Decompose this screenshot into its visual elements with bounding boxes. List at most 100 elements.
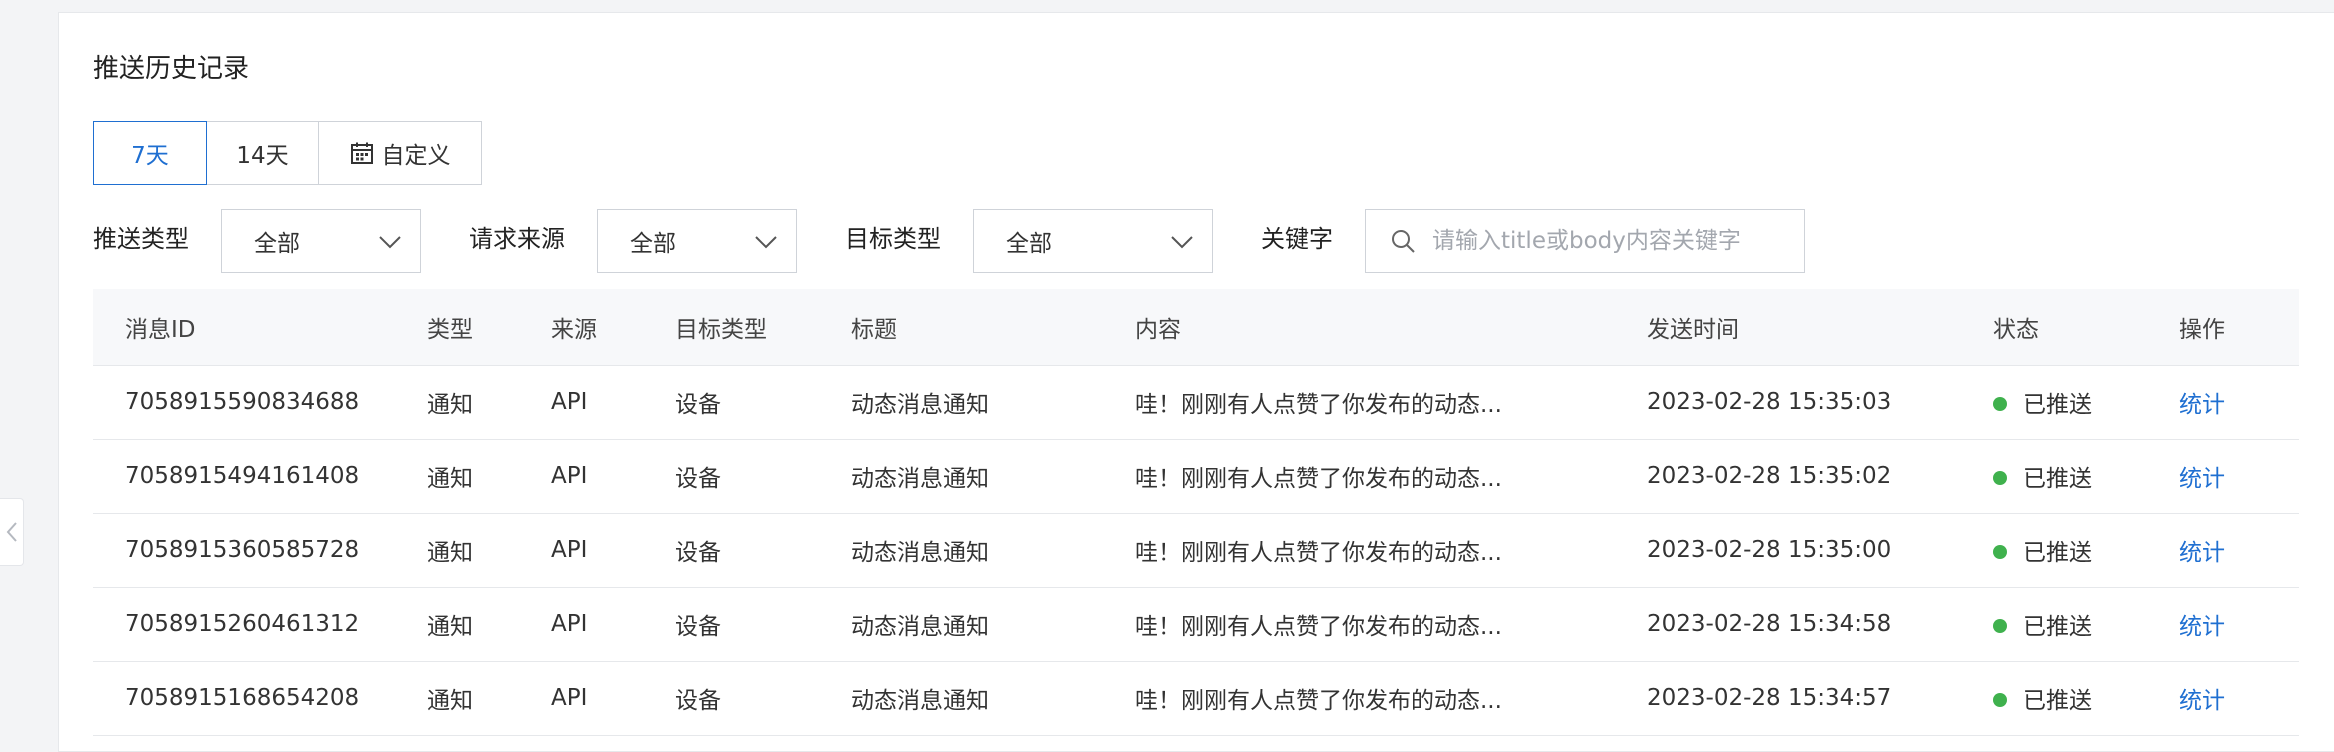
cell-status: 已推送	[1993, 661, 2179, 735]
cell-status: 已推送	[1993, 439, 2179, 513]
cell-type: 通知	[427, 614, 473, 640]
cell-message-id: 7058915494161408	[125, 463, 360, 489]
push-type-select[interactable]: 全部	[221, 209, 421, 273]
cell-status: 已推送	[1993, 513, 2179, 587]
cell-title: 动态消息通知	[851, 614, 989, 640]
column-header-message-id: 消息ID	[93, 289, 427, 366]
request-source-label: 请求来源	[469, 225, 565, 253]
cell-type: 通知	[427, 392, 473, 418]
request-source-select[interactable]: 全部	[597, 209, 797, 273]
cell-send-time: 2023-02-28 15:35:00	[1647, 537, 1892, 563]
keyword-search-box	[1365, 209, 1805, 273]
cell-action: 统计	[2179, 439, 2299, 513]
cell-content: 哇！刚刚有人点赞了你发布的动态...	[1135, 688, 1502, 714]
stats-link[interactable]: 统计	[2179, 614, 2225, 640]
cell-send-time: 2023-02-28 15:35:02	[1647, 463, 1892, 489]
cell-send-time: 2023-02-28 15:34:58	[1647, 611, 1892, 637]
cell-source: API	[551, 611, 588, 637]
status-success-dot	[1993, 470, 2007, 485]
target-type-select[interactable]: 全部	[973, 209, 1213, 273]
stats-link[interactable]: 统计	[2179, 466, 2225, 492]
search-icon	[1390, 228, 1416, 254]
page-title: 推送历史记录	[93, 54, 250, 84]
push-history-table: 消息ID 类型 来源 目标类型 标题 内容 发送时间 状态 操作 7058915…	[93, 289, 2299, 736]
column-header-status: 状态	[1993, 289, 2179, 366]
tab-14-days[interactable]: 14天	[205, 121, 320, 185]
cell-target-type: 设备	[675, 392, 721, 418]
tab-label: 自定义	[381, 143, 451, 169]
table-row: 7058915260461312 通知 API 设备 动态消息通知 哇！刚刚有人…	[93, 587, 2299, 661]
cell-status: 已推送	[1993, 365, 2179, 439]
cell-source: API	[551, 463, 588, 489]
cell-source: API	[551, 389, 588, 415]
push-history-card: 推送历史记录 7天 14天 自定义 推送类型 全部 请求来源 全部 目标类型 全…	[58, 12, 2334, 752]
chevron-down-icon	[379, 236, 401, 249]
column-header-type: 类型	[427, 289, 551, 366]
sidebar-collapse-toggle[interactable]	[0, 498, 24, 566]
tab-label: 7天	[131, 143, 169, 169]
cell-source: API	[551, 685, 588, 711]
cell-title: 动态消息通知	[851, 392, 989, 418]
chevron-down-icon	[755, 236, 777, 249]
table-header-row: 消息ID 类型 来源 目标类型 标题 内容 发送时间 状态 操作	[93, 289, 2299, 366]
status-text: 已推送	[2023, 392, 2092, 418]
select-value: 全部	[254, 231, 300, 257]
cell-target-type: 设备	[675, 466, 721, 492]
column-header-send-time: 发送时间	[1647, 289, 1993, 366]
cell-type: 通知	[427, 688, 473, 714]
column-header-source: 来源	[551, 289, 675, 366]
stats-link[interactable]: 统计	[2179, 540, 2225, 566]
cell-source: API	[551, 537, 588, 563]
cell-message-id: 7058915590834688	[125, 389, 360, 415]
status-text: 已推送	[2023, 614, 2092, 640]
cell-send-time: 2023-02-28 15:35:03	[1647, 389, 1892, 415]
column-header-content: 内容	[1135, 289, 1647, 366]
keyword-label: 关键字	[1261, 225, 1333, 253]
status-success-dot	[1993, 396, 2007, 411]
table-row: 7058915360585728 通知 API 设备 动态消息通知 哇！刚刚有人…	[93, 513, 2299, 587]
cell-content: 哇！刚刚有人点赞了你发布的动态...	[1135, 614, 1502, 640]
chevron-left-icon	[6, 522, 17, 542]
cell-action: 统计	[2179, 587, 2299, 661]
cell-message-id: 7058915360585728	[125, 537, 360, 563]
cell-action: 统计	[2179, 365, 2299, 439]
cell-content: 哇！刚刚有人点赞了你发布的动态...	[1135, 392, 1502, 418]
chevron-down-icon	[1171, 236, 1193, 249]
table-row: 7058915168654208 通知 API 设备 动态消息通知 哇！刚刚有人…	[93, 661, 2299, 735]
cell-title: 动态消息通知	[851, 540, 989, 566]
table-row: 7058915590834688 通知 API 设备 动态消息通知 哇！刚刚有人…	[93, 365, 2299, 439]
cell-content: 哇！刚刚有人点赞了你发布的动态...	[1135, 540, 1502, 566]
table-row: 7058915494161408 通知 API 设备 动态消息通知 哇！刚刚有人…	[93, 439, 2299, 513]
push-type-label: 推送类型	[93, 225, 189, 253]
status-success-dot	[1993, 618, 2007, 633]
keyword-search-input[interactable]	[1432, 228, 1792, 254]
tab-7-days[interactable]: 7天	[93, 121, 207, 185]
select-value: 全部	[630, 231, 676, 257]
column-header-action: 操作	[2179, 289, 2299, 366]
column-header-title: 标题	[851, 289, 1135, 366]
cell-target-type: 设备	[675, 688, 721, 714]
tab-custom-range[interactable]: 自定义	[318, 121, 482, 185]
cell-title: 动态消息通知	[851, 466, 989, 492]
cell-action: 统计	[2179, 661, 2299, 735]
calendar-icon	[350, 142, 373, 164]
stats-link[interactable]: 统计	[2179, 392, 2225, 418]
column-header-target-type: 目标类型	[675, 289, 851, 366]
date-range-tabs: 7天 14天 自定义	[93, 121, 482, 185]
cell-title: 动态消息通知	[851, 688, 989, 714]
cell-target-type: 设备	[675, 540, 721, 566]
cell-content: 哇！刚刚有人点赞了你发布的动态...	[1135, 466, 1502, 492]
target-type-label: 目标类型	[845, 225, 941, 253]
cell-target-type: 设备	[675, 614, 721, 640]
cell-message-id: 7058915260461312	[125, 611, 360, 637]
cell-type: 通知	[427, 540, 473, 566]
cell-message-id: 7058915168654208	[125, 685, 360, 711]
status-text: 已推送	[2023, 466, 2092, 492]
stats-link[interactable]: 统计	[2179, 688, 2225, 714]
status-text: 已推送	[2023, 540, 2092, 566]
status-success-dot	[1993, 544, 2007, 559]
tab-label: 14天	[236, 143, 289, 169]
select-value: 全部	[1006, 231, 1052, 257]
status-success-dot	[1993, 692, 2007, 707]
cell-type: 通知	[427, 466, 473, 492]
